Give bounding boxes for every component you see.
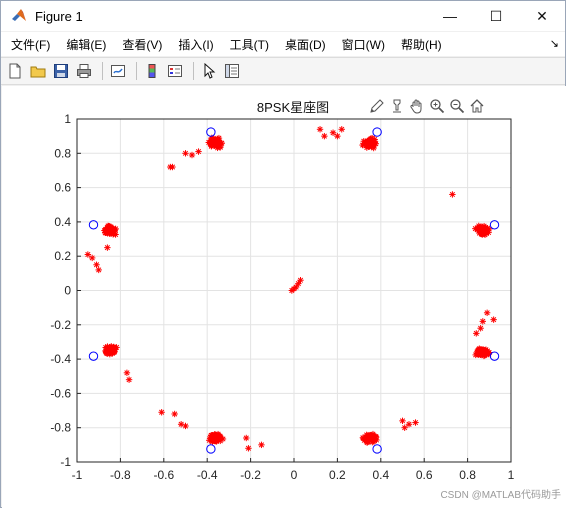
received-symbol-point [258,441,265,449]
received-symbol-point [171,410,178,418]
received-symbol-point [297,277,304,284]
x-tick-label: -0.8 [110,468,131,482]
y-tick-label: -0.4 [50,352,71,366]
received-symbol-point [106,230,113,237]
zoom-in-icon[interactable] [427,96,447,116]
y-tick-label: -1 [60,455,71,469]
received-symbol-point [182,422,189,430]
received-symbol-point [483,350,491,358]
data-tips-icon[interactable] [387,96,407,116]
received-symbol-point [188,151,196,159]
y-tick-label: 0 [64,284,71,298]
received-symbol-point [123,369,131,377]
received-symbol-point [209,139,216,146]
received-symbol-point [158,409,165,416]
x-tick-label: 0 [291,468,298,482]
received-symbol-point [405,421,413,428]
x-tick-label: 1 [508,468,515,482]
y-tick-label: 0.6 [54,181,71,195]
y-tick-label: -0.6 [50,386,71,400]
received-symbol-point [364,139,371,147]
received-symbol-point [104,244,111,251]
y-tick-label: 0.4 [54,215,71,229]
x-tick-label: -0.2 [240,468,261,482]
brush-icon[interactable] [367,96,387,116]
x-tick-label: -0.6 [153,468,174,482]
figure-window: Figure 1 — ☐ ✕ 文件(F) 编辑(E) 查看(V) 插入(I) 工… [0,0,566,509]
received-symbol-point [106,344,113,351]
axes-toolbar [367,96,487,116]
watermark-text: CSDN @MATLAB代码助手 [440,490,561,501]
x-tick-label: 0.4 [372,468,389,482]
x-tick-label: -0.4 [197,468,218,482]
received-symbol-point [401,424,408,431]
y-tick-label: 1 [64,112,71,126]
x-tick-label: 0.8 [459,468,476,482]
received-symbol-point [412,419,419,426]
y-tick-label: -0.2 [50,318,71,332]
received-symbol-point [214,140,221,148]
received-symbol-point [182,150,189,157]
plot-title: 8PSK星座图 [256,100,330,115]
received-symbol-point [369,432,376,440]
received-symbol-point [125,376,133,383]
pan-icon[interactable] [407,96,427,116]
received-symbol-point [95,266,102,274]
received-symbol-point [209,433,216,440]
scatter-plot: -1 -0.8 -0.6 -0.4 -0.2 0 0.2 0.4 0.6 0.8 1 -1 -0.8 -0… [50,112,515,482]
zoom-out-icon[interactable] [447,96,467,116]
received-symbol-point [359,434,367,441]
received-symbol-point [482,229,490,236]
received-symbol-point [369,141,377,148]
x-tick-label: 0.2 [329,468,346,482]
received-symbol-point [334,132,341,140]
y-tick-label: 0.8 [54,146,71,160]
received-symbol-point [243,434,250,442]
y-tick-label: 0.2 [54,249,71,263]
x-tick-label: -1 [72,468,83,482]
home-icon[interactable] [467,96,487,116]
x-tick-label: 0.6 [416,468,433,482]
y-tick-label: -0.8 [50,421,71,435]
